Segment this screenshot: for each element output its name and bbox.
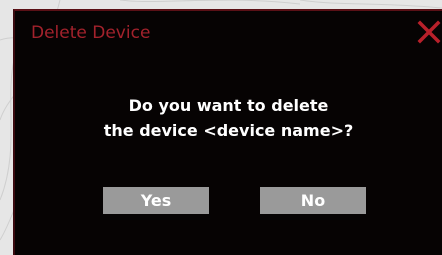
dialog-title: Delete Device bbox=[31, 23, 151, 43]
message-line-1: Do you want to delete bbox=[128, 96, 329, 115]
no-button[interactable]: No bbox=[260, 187, 366, 214]
yes-button[interactable]: Yes bbox=[103, 187, 209, 214]
close-x-icon bbox=[417, 20, 441, 44]
delete-device-dialog: Delete Device Do you want to delete the … bbox=[13, 9, 442, 255]
close-button[interactable] bbox=[416, 17, 442, 45]
confirmation-message: Do you want to delete the device <device… bbox=[15, 93, 442, 143]
message-line-2: the device <device name>? bbox=[103, 121, 354, 140]
